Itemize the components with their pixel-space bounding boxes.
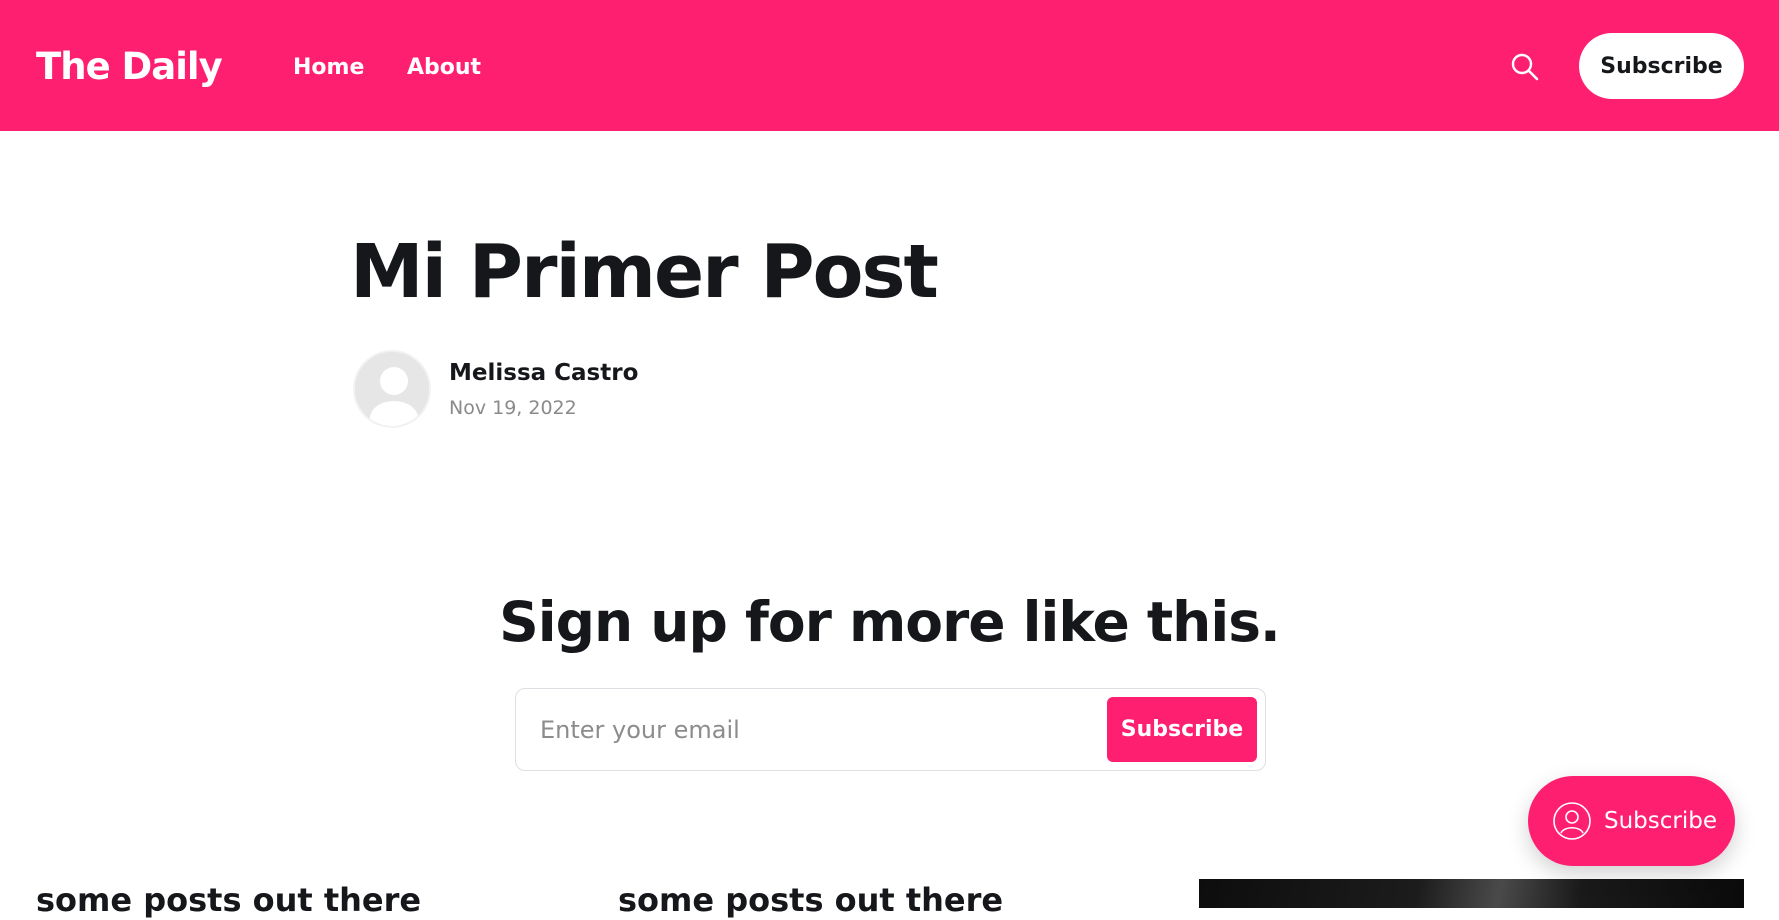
search-icon <box>1511 53 1539 81</box>
nav-item-home[interactable]: Home <box>293 54 364 82</box>
site-header: The Daily Home About Subscribe <box>0 0 1779 131</box>
feed-post-title[interactable]: some posts out there <box>618 880 1003 920</box>
portal-subscribe-button[interactable]: Subscribe <box>1528 776 1735 866</box>
post-date: Nov 19, 2022 <box>449 397 577 419</box>
feed-post-image[interactable] <box>1199 879 1744 908</box>
email-input[interactable] <box>538 707 1058 753</box>
header-subscribe-button[interactable]: Subscribe <box>1579 33 1744 99</box>
author-avatar[interactable] <box>353 350 431 428</box>
post-title: Mi Primer Post <box>350 229 939 315</box>
search-button[interactable] <box>1508 50 1542 84</box>
user-circle-icon <box>1553 802 1591 840</box>
user-avatar-icon <box>355 352 429 426</box>
portal-subscribe-label: Subscribe <box>1604 808 1718 834</box>
site-logo[interactable]: The Daily <box>36 44 223 90</box>
cta-subscribe-button[interactable]: Subscribe <box>1107 697 1257 762</box>
author-name[interactable]: Melissa Castro <box>449 358 638 388</box>
feed-post-title[interactable]: some posts out there <box>36 880 421 920</box>
signup-form: Subscribe <box>515 688 1266 771</box>
cta-title: Sign up for more like this. <box>499 590 1281 654</box>
nav-item-about[interactable]: About <box>407 54 481 82</box>
